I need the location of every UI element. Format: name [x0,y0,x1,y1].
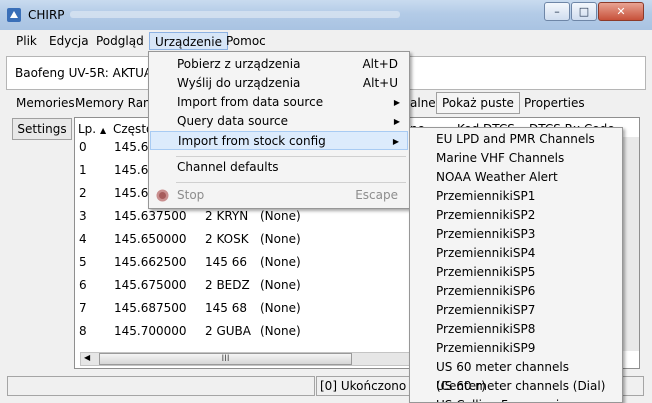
cell-loc: 8 [79,324,87,338]
menu-separator [176,182,406,183]
scroll-thumb[interactable]: III [99,353,352,365]
menu-item-import-stock-config-label: Import from stock config [178,134,326,148]
cell-tone: (None) [260,324,301,338]
menu-edycja[interactable]: Edycja [44,32,94,50]
cell-name: 145 68 [205,301,247,315]
cell-loc: 3 [79,209,87,223]
close-button[interactable]: ✕ [598,2,644,21]
cell-frequency: 145.700000 [114,324,187,338]
cell-tone: (None) [260,255,301,269]
stock-config-item[interactable]: US 60 meter channels (Center) [436,358,622,393]
cell-frequency: 145.675000 [114,278,187,292]
menu-item-download[interactable]: Pobierz z urządzenia Alt+D [150,55,408,74]
menu-plik[interactable]: Plik [11,32,42,50]
menu-item-upload-label: Wyślij do urządzenia [177,76,301,90]
properties-button[interactable]: Properties [524,92,585,114]
cell-name: 2 BEDZ [205,278,250,292]
tab-memories[interactable]: Memories [16,92,75,114]
tab-memory-range[interactable]: Memory Rang [75,92,158,114]
stop-icon [156,189,169,202]
cell-frequency: 145.650000 [114,232,187,246]
menu-urzadzenie[interactable]: Urządzenie [149,32,228,50]
window-title: CHIRP [28,8,65,22]
menu-item-stop[interactable]: Stop Escape [150,186,408,205]
chirp-app-icon [7,8,21,22]
cell-loc: 1 [79,163,87,177]
menu-item-import-data-source[interactable]: Import from data source ▶ [150,93,408,112]
maximize-button[interactable]: □ [571,2,597,21]
blurred-title-text [70,11,400,18]
stock-config-item[interactable]: PrzemiennikiSP3 [436,225,535,244]
radio-tab-label[interactable]: Baofeng UV-5R: AKTUALN [15,66,168,80]
menu-item-upload[interactable]: Wyślij do urządzenia Alt+U [150,74,408,93]
submenu-arrow-icon: ▶ [393,98,400,107]
menu-item-stop-shortcut: Escape [355,188,398,202]
cell-loc: 0 [79,140,87,154]
column-header-loc-label: Lp. [78,122,97,136]
status-text: [0] Ukończono p [320,379,418,393]
menu-item-import-data-source-label: Import from data source [177,95,324,109]
cell-tone: (None) [260,278,301,292]
tab-settings[interactable]: Settings [12,118,72,140]
menu-item-stop-label: Stop [177,188,205,202]
show-empty-button[interactable]: Pokaż puste [436,92,520,114]
cell-loc: 2 [79,186,87,200]
sort-ascending-icon: ▲ [99,126,107,135]
stock-config-item[interactable]: PrzemiennikiSP2 [436,206,535,225]
stock-config-submenu: EU LPD and PMR Channels Marine VHF Channe… [409,127,623,403]
menu-separator [176,156,406,157]
stock-config-item[interactable]: EU LPD and PMR Channels [436,130,595,149]
stock-config-item[interactable]: PrzemiennikiSP5 [436,263,535,282]
stock-config-item[interactable]: PrzemiennikiSP9 [436,339,535,358]
stock-config-item[interactable]: US 60 meter channels (Dial) [436,377,605,396]
cell-loc: 4 [79,232,87,246]
device-menu: Pobierz z urządzenia Alt+D Wyślij do urz… [148,51,410,209]
cell-loc: 5 [79,255,87,269]
stock-config-item[interactable]: PrzemiennikiSP1 [436,187,535,206]
menu-item-download-label: Pobierz z urządzenia [177,57,301,71]
cell-name: 145 66 [205,255,247,269]
stock-config-item[interactable]: PrzemiennikiSP7 [436,301,535,320]
menu-podglad[interactable]: Podgląd [91,32,149,50]
cell-frequency: 145.662500 [114,255,187,269]
scroll-left-icon[interactable]: ◀ [84,353,90,362]
submenu-arrow-icon: ▶ [393,117,400,126]
stock-config-item[interactable]: NOAA Weather Alert [436,168,558,187]
menu-item-upload-shortcut: Alt+U [362,76,398,90]
cell-tone: (None) [260,301,301,315]
stock-config-item[interactable]: Marine VHF Channels [436,149,564,168]
menu-item-query-data-source-label: Query data source [177,114,288,128]
vertical-scrollbar[interactable] [622,137,639,351]
stock-config-item[interactable]: PrzemiennikiSP4 [436,244,535,263]
cell-name: 2 KOSK [205,232,249,246]
cell-tone: (None) [260,232,301,246]
submenu-arrow-icon: ▶ [392,137,399,146]
stock-config-item[interactable]: PrzemiennikiSP6 [436,282,535,301]
stock-config-item[interactable]: US Calling Frequencies [436,396,573,402]
menu-item-import-stock-config[interactable]: Import from stock config ▶ [150,131,408,150]
menu-pomoc[interactable]: Pomoc [221,32,271,50]
menu-item-query-data-source[interactable]: Query data source ▶ [150,112,408,131]
cell-loc: 6 [79,278,87,292]
status-progress [7,376,315,396]
cell-name: 2 GUBA [205,324,251,338]
menu-item-download-shortcut: Alt+D [362,57,398,71]
menu-item-channel-defaults-label: Channel defaults [177,160,279,174]
minimize-button[interactable]: – [544,2,570,21]
cell-frequency: 145.687500 [114,301,187,315]
menu-item-channel-defaults[interactable]: Channel defaults [150,158,408,177]
tab-alne[interactable]: alne [410,92,436,114]
stock-config-item[interactable]: PrzemiennikiSP8 [436,320,535,339]
cell-loc: 7 [79,301,87,315]
